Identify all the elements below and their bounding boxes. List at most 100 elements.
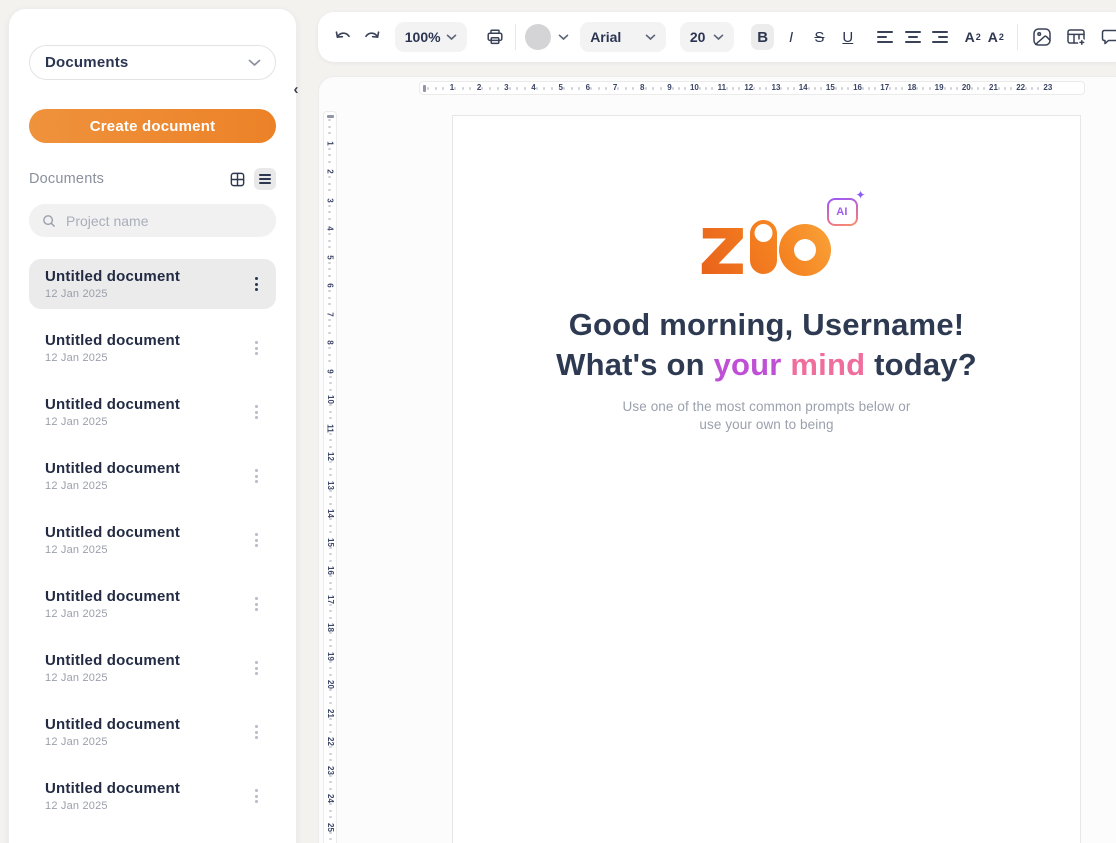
document-title: Untitled document bbox=[45, 652, 247, 669]
print-button[interactable] bbox=[483, 24, 506, 50]
text-color-button[interactable] bbox=[525, 24, 569, 50]
document-menu-button[interactable] bbox=[247, 335, 266, 361]
ruler-number: 25 bbox=[326, 823, 335, 832]
documents-section-header: Documents bbox=[29, 168, 276, 190]
document-list-item[interactable]: Untitled document12 Jan 2025 bbox=[29, 387, 276, 437]
image-icon bbox=[1031, 26, 1053, 48]
ruler-number: 17 bbox=[880, 83, 889, 93]
print-icon bbox=[485, 27, 505, 47]
document-title: Untitled document bbox=[45, 332, 247, 349]
toolbar-divider bbox=[1017, 24, 1018, 50]
ruler-unit: 10 bbox=[672, 83, 699, 93]
search-icon bbox=[41, 213, 57, 229]
ruler-number: 9 bbox=[325, 369, 334, 373]
document-title: Untitled document bbox=[45, 716, 247, 733]
document-menu-button[interactable] bbox=[247, 719, 266, 745]
greeting-subtitle: Use one of the most common prompts below… bbox=[453, 398, 1080, 434]
document-date: 12 Jan 2025 bbox=[45, 608, 247, 620]
greeting-line2: What's on your mind today? bbox=[453, 345, 1080, 385]
document-list-item[interactable]: Untitled document12 Jan 2025 bbox=[29, 643, 276, 693]
create-document-button[interactable]: Create document bbox=[29, 109, 276, 143]
strikethrough-button[interactable]: S bbox=[808, 24, 831, 50]
list-view-button[interactable] bbox=[254, 168, 276, 190]
superscript-button[interactable]: A2 bbox=[965, 29, 981, 45]
document-menu-button[interactable] bbox=[247, 655, 266, 681]
document-menu-button[interactable] bbox=[247, 783, 266, 809]
ruler-unit: 17 bbox=[862, 83, 889, 93]
ruler-unit: 14 bbox=[326, 490, 335, 519]
insert-image-button[interactable] bbox=[1030, 24, 1053, 50]
font-family-value: Arial bbox=[590, 29, 621, 45]
grid-view-button[interactable] bbox=[226, 168, 248, 190]
insert-table-button[interactable] bbox=[1064, 24, 1087, 50]
editor-canvas-area: 1234567891011121314151617181920212223 12… bbox=[318, 76, 1116, 843]
align-center-button[interactable] bbox=[901, 24, 924, 50]
comment-button[interactable] bbox=[1099, 24, 1116, 50]
document-list-item[interactable]: Untitled document12 Jan 2025 bbox=[29, 451, 276, 501]
document-date: 12 Jan 2025 bbox=[45, 544, 247, 556]
documents-section-label: Documents bbox=[29, 171, 220, 187]
align-right-button[interactable] bbox=[928, 24, 951, 50]
vertical-ruler[interactable]: 1234567891011121314151617181920212223242… bbox=[323, 111, 337, 843]
document-page[interactable]: z AI ✦ Good morning, Username! What's on… bbox=[452, 115, 1081, 843]
ruler-number: 7 bbox=[325, 312, 334, 316]
ruler-unit: 6 bbox=[328, 262, 332, 291]
align-left-button[interactable] bbox=[874, 24, 897, 50]
align-center-icon bbox=[905, 31, 921, 43]
ruler-unit: 16 bbox=[326, 547, 335, 576]
zoom-select[interactable]: 100% bbox=[395, 22, 467, 52]
document-date: 12 Jan 2025 bbox=[45, 800, 247, 812]
ruler-unit: 7 bbox=[590, 83, 617, 93]
document-menu-button[interactable] bbox=[247, 399, 266, 425]
redo-button[interactable] bbox=[359, 24, 382, 50]
search-input[interactable] bbox=[66, 213, 264, 229]
ruler-number: 13 bbox=[772, 83, 781, 93]
align-left-icon bbox=[877, 31, 893, 43]
document-title: Untitled document bbox=[45, 460, 247, 477]
zio-logo-icon: z bbox=[701, 212, 833, 278]
ai-badge: AI ✦ bbox=[827, 198, 858, 226]
ruler-number: 13 bbox=[326, 481, 335, 490]
document-menu-button[interactable] bbox=[247, 271, 266, 297]
ruler-number: 18 bbox=[907, 83, 916, 93]
ruler-unit: 24 bbox=[326, 775, 335, 804]
font-family-select[interactable]: Arial bbox=[580, 22, 666, 52]
chevron-down-icon bbox=[558, 34, 569, 41]
ruler-unit: 21 bbox=[971, 83, 998, 93]
document-list-item[interactable]: Untitled document12 Jan 2025 bbox=[29, 259, 276, 309]
document-list-item[interactable]: Untitled document12 Jan 2025 bbox=[29, 771, 276, 821]
document-date: 12 Jan 2025 bbox=[45, 736, 247, 748]
ruler-number: 20 bbox=[962, 83, 971, 93]
document-meta: Untitled document12 Jan 2025 bbox=[45, 268, 247, 300]
undo-button[interactable] bbox=[332, 24, 355, 50]
subtitle-line2: use your own to being bbox=[453, 416, 1080, 434]
ruler-number: 23 bbox=[1043, 83, 1052, 93]
document-list-item[interactable]: Untitled document12 Jan 2025 bbox=[29, 579, 276, 629]
ruler-number: 11 bbox=[326, 424, 335, 432]
font-size-select[interactable]: 20 bbox=[680, 22, 734, 52]
bold-button[interactable]: B bbox=[751, 24, 774, 50]
document-menu-button[interactable] bbox=[247, 463, 266, 489]
search-bar[interactable] bbox=[29, 204, 276, 237]
ruler-number: 21 bbox=[989, 83, 998, 93]
workspace-selector-dropdown[interactable]: Documents bbox=[29, 45, 276, 80]
document-menu-button[interactable] bbox=[247, 591, 266, 617]
chevron-down-icon bbox=[713, 34, 724, 41]
horizontal-ruler[interactable]: 1234567891011121314151617181920212223 bbox=[419, 81, 1085, 95]
document-list-item[interactable]: Untitled document 12 Jan 2025 bbox=[29, 707, 276, 757]
ruler-number: 2 bbox=[325, 169, 334, 173]
document-list-item[interactable]: Untitled document12 Jan 2025 bbox=[29, 515, 276, 565]
ruler-unit: 18 bbox=[326, 604, 335, 633]
ruler-number: 22 bbox=[326, 737, 335, 746]
ruler-number: 16 bbox=[326, 566, 335, 575]
subscript-button[interactable]: A2 bbox=[988, 29, 1004, 45]
ruler-unit: 15 bbox=[326, 518, 335, 547]
ruler-unit: 5 bbox=[536, 83, 563, 93]
underline-button[interactable]: U bbox=[836, 24, 859, 50]
sidebar-collapse-button[interactable]: ‹ bbox=[288, 80, 304, 100]
ruler-number: 21 bbox=[326, 709, 335, 718]
ruler-unit: 11 bbox=[699, 83, 726, 93]
document-menu-button[interactable] bbox=[247, 527, 266, 553]
document-list-item[interactable]: Untitled document12 Jan 2025 bbox=[29, 323, 276, 373]
italic-button[interactable]: I bbox=[779, 24, 802, 50]
